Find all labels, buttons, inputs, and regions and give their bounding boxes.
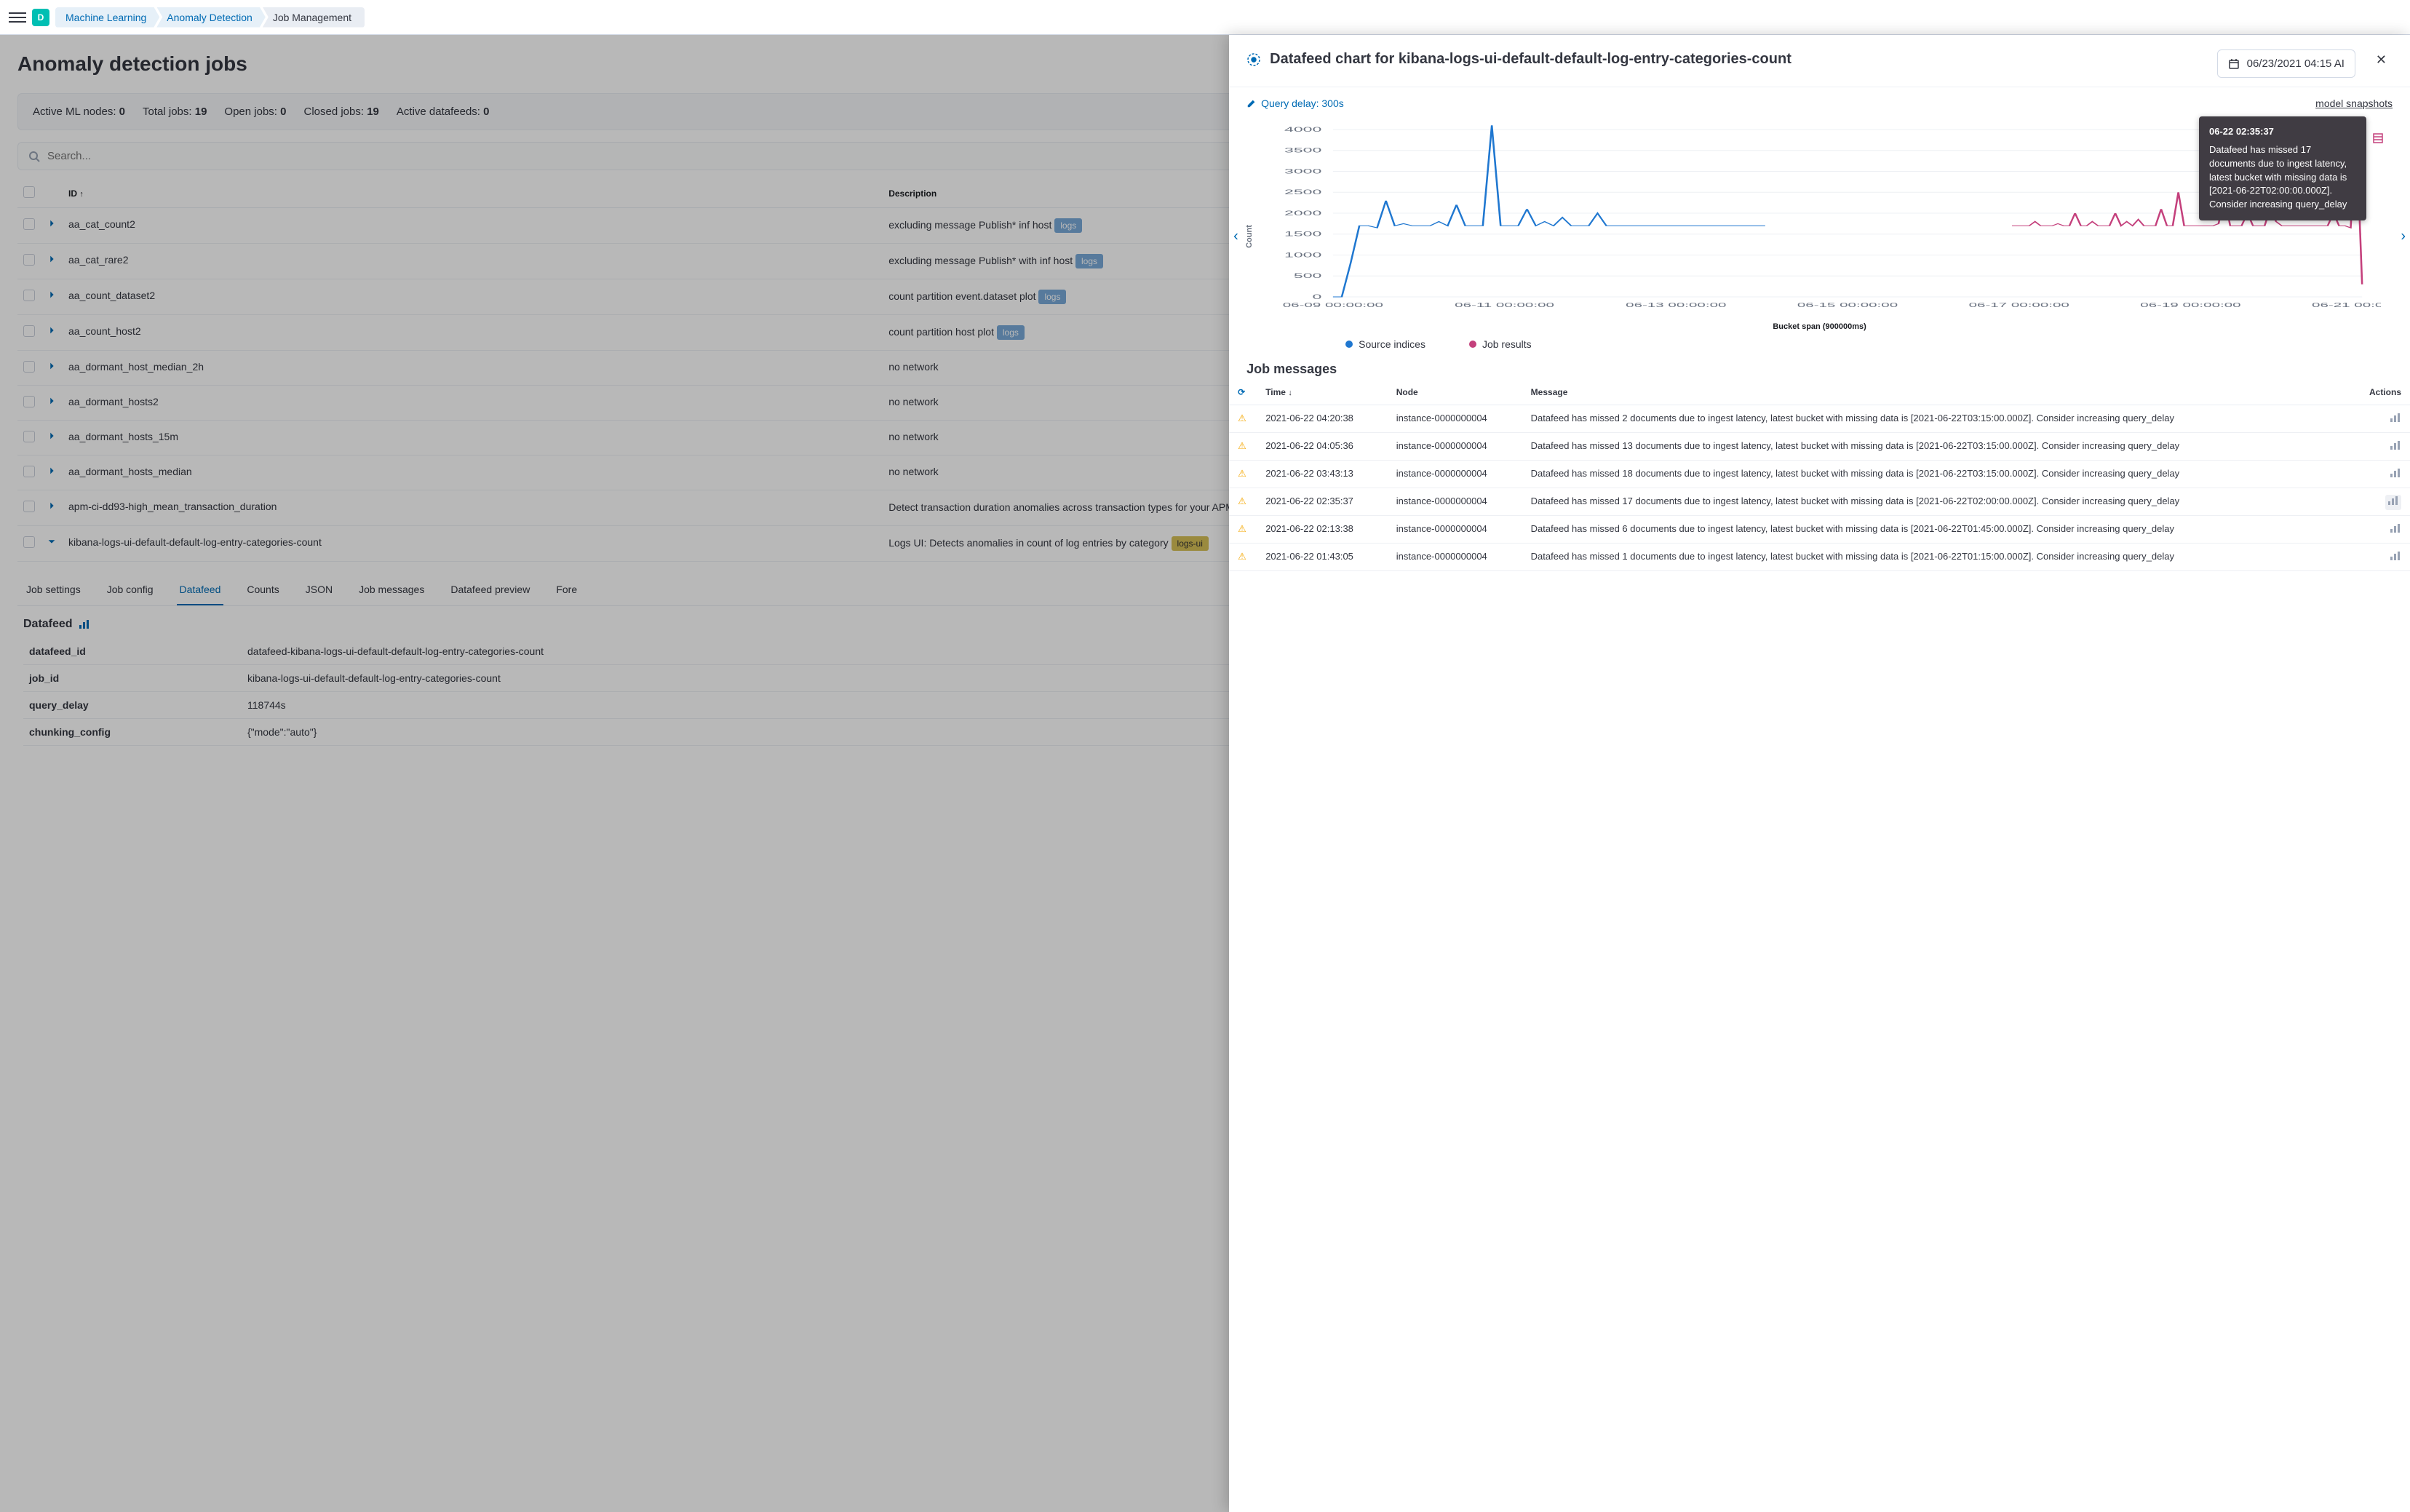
svg-text:1500: 1500 <box>1284 231 1322 238</box>
view-in-chart-button[interactable] <box>2390 525 2401 536</box>
svg-text:06-21 00:00:00: 06-21 00:00:00 <box>2312 302 2381 309</box>
svg-text:4000: 4000 <box>1284 126 1322 133</box>
msg-text: Datafeed has missed 17 documents due to … <box>1522 488 2349 516</box>
datafeed-chart: ‹ › Count 06-22 02:35:37 Datafeed has mi… <box>1229 116 2410 356</box>
legend-dot-results <box>1469 341 1476 348</box>
msg-node: instance-0000000004 <box>1388 516 1522 544</box>
model-snapshots-link[interactable]: model snapshots <box>2315 98 2393 109</box>
msg-node: instance-0000000004 <box>1388 461 1522 488</box>
svg-text:2000: 2000 <box>1284 210 1322 217</box>
legend-source[interactable]: Source indices <box>1359 338 1425 350</box>
msg-node: instance-0000000004 <box>1388 488 1522 516</box>
msg-text: Datafeed has missed 6 documents due to i… <box>1522 516 2349 544</box>
close-icon[interactable]: ✕ <box>2370 49 2393 71</box>
date-range-picker[interactable]: 06/23/2021 04:15 AI <box>2217 49 2355 78</box>
svg-text:06-19 00:00:00: 06-19 00:00:00 <box>2140 302 2241 309</box>
tooltip-body: Datafeed has missed 17 documents due to … <box>2209 143 2356 212</box>
hamburger-menu[interactable] <box>9 9 26 26</box>
message-row: ⚠ 2021-06-22 02:13:38 instance-000000000… <box>1229 516 2410 544</box>
svg-text:06-17 00:00:00: 06-17 00:00:00 <box>1969 302 2070 309</box>
msg-text: Datafeed has missed 1 documents due to i… <box>1522 544 2349 571</box>
warning-icon: ⚠ <box>1238 496 1246 506</box>
svg-text:1000: 1000 <box>1284 251 1322 258</box>
datafeed-flyout: Datafeed chart for kibana-logs-ui-defaul… <box>1229 35 2410 1512</box>
datafeed-icon <box>1246 49 1261 69</box>
msg-time: 2021-06-22 02:13:38 <box>1257 516 1388 544</box>
view-in-chart-button[interactable] <box>2390 414 2401 425</box>
breadcrumb: Machine Learning Anomaly Detection Job M… <box>55 7 365 28</box>
job-messages-heading: Job messages <box>1229 356 2410 380</box>
msg-col-time[interactable]: Time <box>1265 387 1286 397</box>
view-in-chart-button[interactable] <box>2385 495 2401 510</box>
top-nav: D Machine Learning Anomaly Detection Job… <box>0 0 2410 35</box>
msg-node: instance-0000000004 <box>1388 405 1522 433</box>
view-in-chart-button[interactable] <box>2390 552 2401 563</box>
msg-time: 2021-06-22 04:05:36 <box>1257 433 1388 461</box>
warning-icon: ⚠ <box>1238 468 1246 479</box>
warning-icon: ⚠ <box>1238 523 1246 534</box>
msg-text: Datafeed has missed 2 documents due to i… <box>1522 405 2349 433</box>
msg-node: instance-0000000004 <box>1388 544 1522 571</box>
message-row: ⚠ 2021-06-22 02:35:37 instance-000000000… <box>1229 488 2410 516</box>
view-in-chart-button[interactable] <box>2390 442 2401 453</box>
query-delay-label: Query delay: 300s <box>1261 98 1344 109</box>
msg-col-message[interactable]: Message <box>1522 380 2349 405</box>
chart-next-button[interactable]: › <box>2401 228 2406 244</box>
view-in-chart-button[interactable] <box>2390 469 2401 480</box>
message-row: ⚠ 2021-06-22 03:43:13 instance-000000000… <box>1229 461 2410 488</box>
date-range-text: 06/23/2021 04:15 AI <box>2247 57 2345 70</box>
chart-legend: Source indices Job results <box>1258 331 2381 350</box>
svg-text:2500: 2500 <box>1284 188 1322 196</box>
tooltip-title: 06-22 02:35:37 <box>2209 125 2356 139</box>
msg-col-node[interactable]: Node <box>1388 380 1522 405</box>
svg-text:06-13 00:00:00: 06-13 00:00:00 <box>1626 302 1727 309</box>
message-row: ⚠ 2021-06-22 04:05:36 instance-000000000… <box>1229 433 2410 461</box>
svg-text:06-09 00:00:00: 06-09 00:00:00 <box>1283 302 1384 309</box>
svg-text:06-11 00:00:00: 06-11 00:00:00 <box>1455 302 1554 309</box>
msg-time: 2021-06-22 01:43:05 <box>1257 544 1388 571</box>
warning-icon: ⚠ <box>1238 551 1246 562</box>
legend-results[interactable]: Job results <box>1482 338 1532 350</box>
message-row: ⚠ 2021-06-22 01:43:05 instance-000000000… <box>1229 544 2410 571</box>
msg-text: Datafeed has missed 18 documents due to … <box>1522 461 2349 488</box>
chart-tooltip: 06-22 02:35:37 Datafeed has missed 17 do… <box>2199 116 2366 220</box>
flyout-title: Datafeed chart for kibana-logs-ui-defaul… <box>1270 49 2208 69</box>
svg-text:500: 500 <box>1294 272 1322 279</box>
msg-time: 2021-06-22 04:20:38 <box>1257 405 1388 433</box>
pencil-icon <box>1246 98 1257 108</box>
chart-ylabel: Count <box>1245 225 1254 248</box>
annotation-marker-icon[interactable] <box>2372 132 2384 146</box>
breadcrumb-ml[interactable]: Machine Learning <box>55 7 159 28</box>
msg-time: 2021-06-22 03:43:13 <box>1257 461 1388 488</box>
sort-desc-icon: ↓ <box>1288 389 1292 397</box>
breadcrumb-jobmgmt: Job Management <box>263 7 365 28</box>
chart-xlabel: Bucket span (900000ms) <box>1258 322 2381 331</box>
warning-icon: ⚠ <box>1238 440 1246 451</box>
edit-query-delay-link[interactable]: Query delay: 300s <box>1246 98 1344 109</box>
app-logo[interactable]: D <box>32 9 49 26</box>
chart-prev-button[interactable]: ‹ <box>1233 228 1238 244</box>
svg-text:06-15 00:00:00: 06-15 00:00:00 <box>1797 302 1898 309</box>
svg-text:3000: 3000 <box>1284 167 1322 175</box>
breadcrumb-anomaly[interactable]: Anomaly Detection <box>156 7 266 28</box>
svg-text:0: 0 <box>1313 293 1322 301</box>
warning-icon: ⚠ <box>1238 413 1246 423</box>
message-row: ⚠ 2021-06-22 04:20:38 instance-000000000… <box>1229 405 2410 433</box>
calendar-icon <box>2228 58 2240 70</box>
msg-node: instance-0000000004 <box>1388 433 1522 461</box>
messages-table: ⟳ Time ↓ Node Message Actions ⚠ 2021-06-… <box>1229 380 2410 571</box>
refresh-icon[interactable]: ⟳ <box>1238 387 1245 397</box>
msg-col-actions: Actions <box>2349 380 2410 405</box>
legend-dot-source <box>1345 341 1353 348</box>
msg-time: 2021-06-22 02:35:37 <box>1257 488 1388 516</box>
svg-text:3500: 3500 <box>1284 147 1322 154</box>
msg-text: Datafeed has missed 13 documents due to … <box>1522 433 2349 461</box>
